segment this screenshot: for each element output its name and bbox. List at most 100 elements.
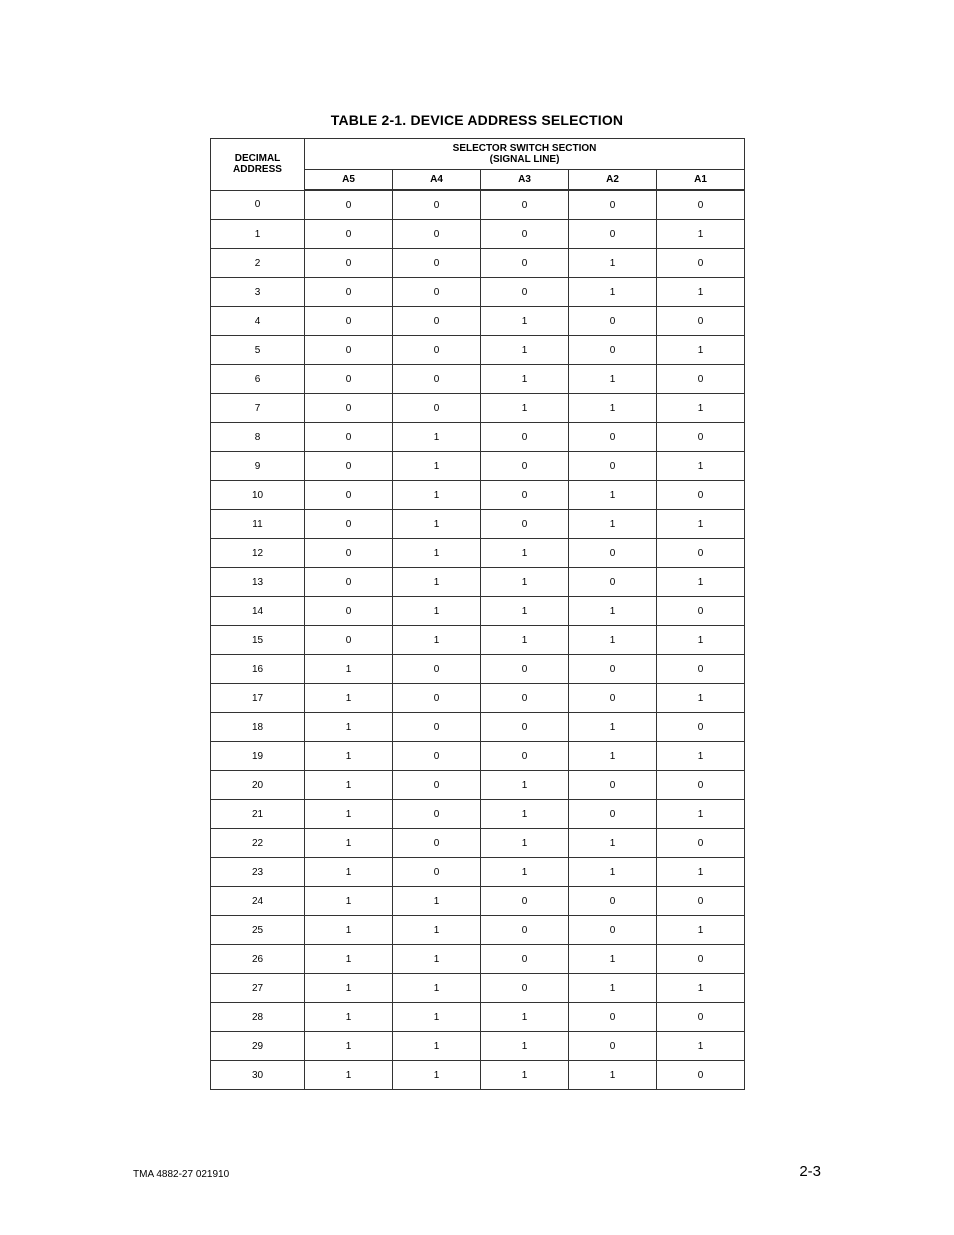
cell-signal-value: 0 — [569, 423, 657, 452]
cell-signal-value: 0 — [305, 336, 393, 365]
cell-signal-value: 1 — [481, 307, 569, 336]
device-address-table: DECIMAL ADDRESS SELECTOR SWITCH SECTION … — [210, 138, 745, 1090]
cell-signal-value: 0 — [305, 481, 393, 510]
cell-signal-value: 0 — [569, 307, 657, 336]
cell-decimal-address: 23 — [211, 858, 305, 887]
cell-signal-value: 0 — [657, 713, 745, 742]
cell-signal-value: 0 — [305, 278, 393, 307]
cell-signal-value: 0 — [657, 829, 745, 858]
cell-signal-value: 0 — [481, 452, 569, 481]
cell-signal-value: 0 — [569, 336, 657, 365]
cell-signal-value: 1 — [481, 626, 569, 655]
cell-signal-value: 1 — [481, 1032, 569, 1061]
cell-signal-value: 0 — [481, 481, 569, 510]
table-row: 2110101 — [211, 800, 745, 829]
cell-signal-value: 0 — [481, 278, 569, 307]
cell-decimal-address: 14 — [211, 597, 305, 626]
group-label-line1: SELECTOR SWITCH SECTION — [453, 143, 597, 154]
cell-signal-value: 0 — [481, 249, 569, 278]
cell-signal-value: 0 — [569, 800, 657, 829]
cell-signal-value: 0 — [569, 887, 657, 916]
col-header-a3: A3 — [481, 170, 569, 191]
cell-signal-value: 0 — [657, 771, 745, 800]
cell-signal-value: 0 — [569, 190, 657, 220]
cell-signal-value: 1 — [481, 336, 569, 365]
cell-signal-value: 1 — [569, 713, 657, 742]
cell-signal-value: 0 — [657, 1061, 745, 1090]
cell-decimal-address: 1 — [211, 220, 305, 249]
cell-signal-value: 1 — [657, 452, 745, 481]
table-container: DECIMAL ADDRESS SELECTOR SWITCH SECTION … — [210, 138, 744, 1090]
cell-signal-value: 0 — [305, 452, 393, 481]
cell-signal-value: 1 — [481, 829, 569, 858]
cell-signal-value: 0 — [305, 249, 393, 278]
cell-decimal-address: 2 — [211, 249, 305, 278]
table-row: 2010100 — [211, 771, 745, 800]
cell-decimal-address: 18 — [211, 713, 305, 742]
cell-signal-value: 1 — [569, 1061, 657, 1090]
cell-signal-value: 1 — [657, 394, 745, 423]
col-header-decimal-address: DECIMAL ADDRESS — [211, 139, 305, 191]
cell-signal-value: 0 — [569, 220, 657, 249]
cell-signal-value: 1 — [657, 510, 745, 539]
cell-signal-value: 1 — [569, 481, 657, 510]
cell-decimal-address: 6 — [211, 365, 305, 394]
cell-signal-value: 0 — [305, 365, 393, 394]
cell-signal-value: 0 — [481, 713, 569, 742]
cell-signal-value: 1 — [305, 974, 393, 1003]
cell-signal-value: 0 — [305, 307, 393, 336]
cell-signal-value: 1 — [393, 423, 481, 452]
cell-decimal-address: 22 — [211, 829, 305, 858]
cell-signal-value: 0 — [481, 974, 569, 1003]
cell-signal-value: 0 — [481, 945, 569, 974]
cell-signal-value: 1 — [393, 452, 481, 481]
cell-signal-value: 1 — [305, 887, 393, 916]
cell-signal-value: 0 — [393, 394, 481, 423]
cell-decimal-address: 4 — [211, 307, 305, 336]
cell-signal-value: 0 — [393, 771, 481, 800]
cell-signal-value: 0 — [393, 858, 481, 887]
cell-signal-value: 1 — [569, 278, 657, 307]
cell-signal-value: 1 — [569, 365, 657, 394]
table-row: 1501111 — [211, 626, 745, 655]
cell-decimal-address: 25 — [211, 916, 305, 945]
cell-signal-value: 0 — [393, 220, 481, 249]
table-row: 2310111 — [211, 858, 745, 887]
cell-signal-value: 0 — [305, 568, 393, 597]
cell-signal-value: 1 — [305, 713, 393, 742]
table-row: 400100 — [211, 307, 745, 336]
table-row: 3011110 — [211, 1061, 745, 1090]
cell-signal-value: 1 — [569, 945, 657, 974]
cell-signal-value: 1 — [481, 568, 569, 597]
cell-signal-value: 1 — [657, 220, 745, 249]
cell-decimal-address: 11 — [211, 510, 305, 539]
cell-signal-value: 1 — [305, 1061, 393, 1090]
cell-signal-value: 1 — [305, 1003, 393, 1032]
cell-signal-value: 0 — [393, 742, 481, 771]
cell-decimal-address: 9 — [211, 452, 305, 481]
cell-decimal-address: 28 — [211, 1003, 305, 1032]
cell-signal-value: 1 — [481, 539, 569, 568]
cell-signal-value: 1 — [393, 626, 481, 655]
table-row: 2911101 — [211, 1032, 745, 1061]
cell-signal-value: 0 — [481, 655, 569, 684]
footer-page-number: 2-3 — [799, 1163, 821, 1180]
cell-signal-value: 0 — [569, 568, 657, 597]
cell-signal-value: 0 — [393, 307, 481, 336]
page: TABLE 2-1. DEVICE ADDRESS SELECTION DECI… — [0, 0, 954, 1235]
cell-signal-value: 0 — [393, 190, 481, 220]
col-header-a4: A4 — [393, 170, 481, 191]
cell-signal-value: 0 — [305, 220, 393, 249]
cell-signal-value: 0 — [569, 1032, 657, 1061]
cell-signal-value: 1 — [393, 568, 481, 597]
cell-signal-value: 0 — [569, 684, 657, 713]
cell-signal-value: 0 — [657, 365, 745, 394]
cell-signal-value: 0 — [393, 278, 481, 307]
cell-signal-value: 1 — [305, 742, 393, 771]
cell-signal-value: 1 — [393, 945, 481, 974]
table-row: 200010 — [211, 249, 745, 278]
cell-decimal-address: 7 — [211, 394, 305, 423]
cell-signal-value: 0 — [657, 539, 745, 568]
cell-decimal-address: 15 — [211, 626, 305, 655]
page-footer: TMA 4882-27 021910 2-3 — [133, 1163, 821, 1180]
